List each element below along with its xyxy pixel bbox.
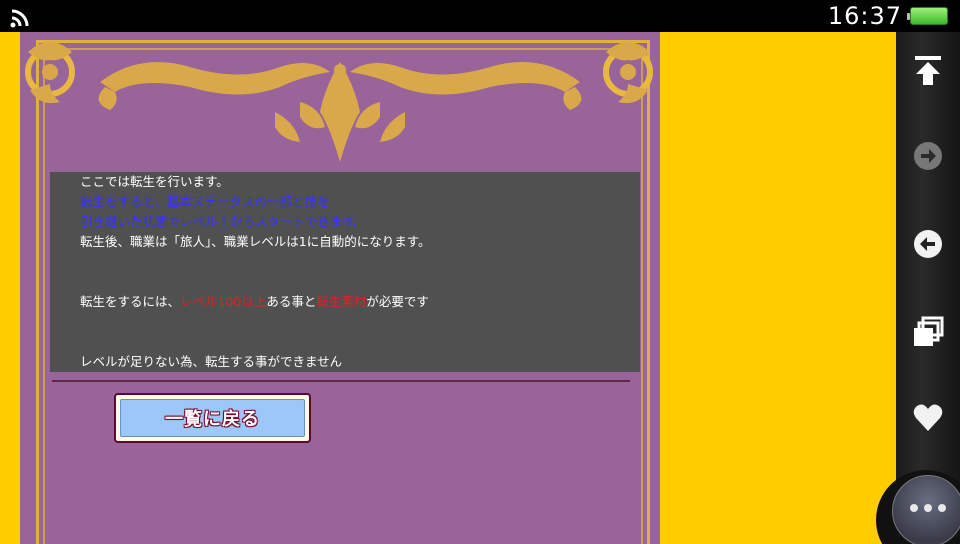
back-button[interactable] xyxy=(908,224,948,264)
divider xyxy=(52,380,630,382)
forward-button[interactable] xyxy=(908,136,948,176)
req-level: レベル100以上 xyxy=(180,294,267,309)
rebirth-info-box: ここでは転生を行います。 転生をすると、基本ステータスの一部と技を 引き継いだ状… xyxy=(50,172,640,372)
more-options-icon[interactable] xyxy=(892,475,960,544)
windows-icon xyxy=(914,316,944,346)
system-rail xyxy=(896,32,960,544)
corner-flourish-right-icon xyxy=(603,42,653,104)
back-icon xyxy=(914,230,942,258)
scroll-top-icon xyxy=(915,56,941,85)
info-line-benefit-2: 引き継いだ状態でレベル１からスタートできます。 xyxy=(80,214,367,229)
req-suffix: が必要です xyxy=(366,294,429,309)
req-mid: ある事と xyxy=(266,294,317,309)
req-prefix: 転生をするには、 xyxy=(80,294,181,309)
info-line-job-reset: 転生後、職業は「旅人」、職業レベルは1に自動的になります。 xyxy=(80,234,431,249)
battery-full-icon xyxy=(907,7,948,25)
favorites-button[interactable] xyxy=(908,398,948,438)
info-line-intro: ここでは転生を行います。 xyxy=(80,174,229,189)
scroll-top-button[interactable] xyxy=(908,50,948,90)
back-to-list-button-face[interactable]: 一覧に戻る xyxy=(120,399,305,437)
info-line-benefit-1: 転生をすると、基本ステータスの一部と技を xyxy=(80,194,330,209)
forward-icon xyxy=(914,142,942,170)
windows-button[interactable] xyxy=(908,312,948,352)
status-message: レベルが足りない為、転生する事ができません xyxy=(80,354,343,369)
wifi-signal-icon xyxy=(10,9,29,28)
favorite-heart-icon xyxy=(913,404,943,431)
status-bar: 16:37 xyxy=(0,0,960,32)
back-to-list-label: 一覧に戻る xyxy=(165,409,260,430)
info-line-requirements: 転生をするには、レベル100以上ある事と転生素材が必要です xyxy=(80,292,640,312)
corner-flourish-left-icon xyxy=(25,42,75,104)
req-item: 転生素材 xyxy=(316,294,367,309)
ornament-header xyxy=(25,42,653,162)
back-to-list-button[interactable]: 一覧に戻る xyxy=(114,393,311,443)
clock: 16:37 xyxy=(827,2,902,30)
